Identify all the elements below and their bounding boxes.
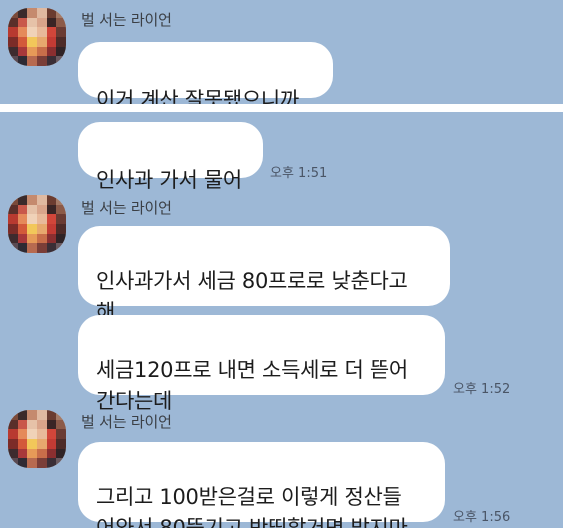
profile-avatar[interactable] — [8, 410, 66, 468]
sender-name: 벌 서는 라이언 — [81, 199, 172, 217]
screenshot-divider — [0, 104, 563, 112]
message-text: 이거 계산 잘못됐으니까 — [96, 88, 299, 104]
message-bubble[interactable]: 인사과가서 세금 80프로로 낮춘다고 해 — [78, 226, 450, 324]
sender-name: 벌 서는 라이언 — [81, 11, 172, 29]
message-timestamp: 오후 1:52 — [453, 382, 511, 397]
sender-name: 벌 서는 라이언 — [81, 413, 172, 431]
message-bubble[interactable]: 이거 계산 잘못됐으니까 — [78, 42, 333, 104]
chat-panel-top: 벌 서는 라이언 이거 계산 잘못됐으니까 — [0, 0, 563, 104]
message-bubble[interactable]: 인사과 가서 물어 — [78, 122, 263, 192]
message-text: 인사과 가서 물어 — [96, 168, 242, 192]
message-bubble[interactable]: 세금120프로 내면 소득세로 더 뜯어 간다는데 — [78, 315, 445, 413]
profile-avatar[interactable] — [8, 195, 66, 253]
message-timestamp: 오후 1:56 — [453, 510, 511, 525]
message-text: 그리고 100받은걸로 이렇게 정산들 어와서 80뜯기고 반띵할거면 받지마 — [96, 485, 408, 528]
profile-avatar[interactable] — [8, 8, 66, 66]
message-text: 세금120프로 내면 소득세로 더 뜯어 간다는데 — [96, 358, 408, 413]
message-bubble[interactable]: 그리고 100받은걸로 이렇게 정산들 어와서 80뜯기고 반띵할거면 받지마 — [78, 442, 445, 528]
message-timestamp: 오후 1:51 — [270, 166, 328, 181]
chat-panel-bottom: 인사과 가서 물어 오후 1:51 벌 서는 라이언 인사과가서 세금 80프로… — [0, 112, 563, 528]
